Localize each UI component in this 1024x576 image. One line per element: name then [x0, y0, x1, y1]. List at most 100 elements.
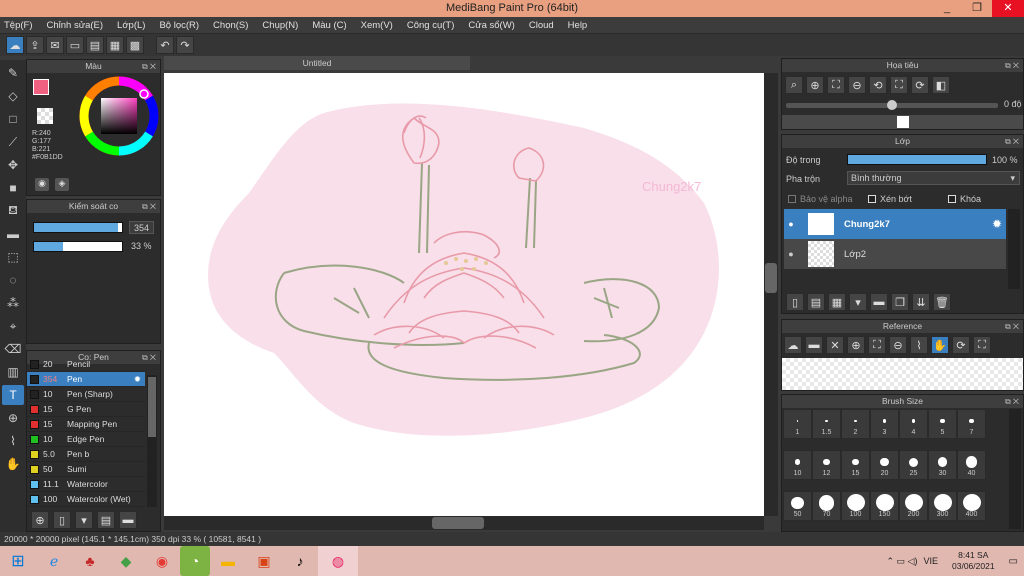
brush-list-item[interactable]: 10 Pen (Sharp)	[27, 387, 145, 402]
brush-list-scrollbar[interactable]	[147, 375, 157, 507]
tray-icons[interactable]: ⌃ ▭ ◁)	[887, 556, 918, 567]
brush-size-cell[interactable]: 70	[812, 491, 841, 521]
cloud-icon[interactable]: ☁	[6, 36, 24, 54]
brush-size-value[interactable]: 354	[129, 221, 154, 234]
menu-color[interactable]: Màu (C)	[312, 20, 346, 31]
zoom-icon[interactable]: ⌕	[785, 76, 803, 94]
windows-start-icon[interactable]: ⊞	[0, 546, 36, 576]
fill-rect-tool-icon[interactable]: ■	[2, 178, 24, 198]
background-color-swatch[interactable]	[37, 108, 53, 124]
brush-add-icon[interactable]: ⊕	[31, 511, 49, 529]
brush-size-cell[interactable]: 25	[899, 450, 928, 480]
panel-close-icon[interactable]: ⧉ ✕	[142, 60, 156, 73]
brush-list-item[interactable]: 5.0 Pen b	[27, 447, 145, 462]
brush-size-cell[interactable]: 100	[841, 491, 870, 521]
eyedropper-icon[interactable]: ⌇	[910, 336, 928, 354]
folder-icon[interactable]: ▬	[870, 293, 888, 311]
brush-size-scrollbar[interactable]	[1009, 409, 1021, 529]
layer-add-menu-icon[interactable]: ▾	[849, 293, 867, 311]
redo-icon[interactable]: ↷	[176, 36, 194, 54]
comment-icon[interactable]: ✉	[46, 36, 64, 54]
drawing-canvas[interactable]: Chung2k7	[164, 73, 764, 516]
brush-list-item[interactable]: 50 Sumi	[27, 462, 145, 477]
brush-size-cell[interactable]: 200	[899, 491, 928, 521]
zoom-in-icon[interactable]: ⊕	[847, 336, 865, 354]
new-layer-icon[interactable]: ▯	[786, 293, 804, 311]
brush-size-cell[interactable]: 50	[783, 491, 812, 521]
brush-list-item[interactable]: 15 Mapping Pen	[27, 417, 145, 432]
hand-icon[interactable]: ✋	[931, 336, 949, 354]
brush-size-cell[interactable]: 15	[841, 450, 870, 480]
bluestacks-icon[interactable]: ◆	[108, 546, 144, 576]
brush-size-cell[interactable]: 10	[783, 450, 812, 480]
eyedropper-icon[interactable]: ⌇	[2, 431, 24, 451]
chrome-icon[interactable]: ◉	[144, 546, 180, 576]
reference-preview[interactable]	[782, 358, 1023, 390]
rotate-icon[interactable]: ⟳	[952, 336, 970, 354]
brush-size-cell[interactable]: 2	[841, 409, 870, 439]
coccoc-icon[interactable]: ◔	[180, 546, 210, 576]
magic-wand-icon[interactable]: ⁂	[2, 293, 24, 313]
visibility-icon[interactable]: ●	[784, 249, 798, 259]
panel-close-icon[interactable]: ⧉ ✕	[1005, 59, 1019, 72]
language-indicator[interactable]: VIE	[923, 556, 938, 566]
brush-size-cell[interactable]: 20	[870, 450, 899, 480]
panel-close-icon[interactable]: ⧉ ✕	[142, 200, 156, 213]
cards-game-icon[interactable]: ♣	[72, 546, 108, 576]
reset-icon[interactable]: ⛶	[890, 76, 908, 94]
navigator-preview[interactable]	[782, 115, 1023, 129]
line-tool-icon[interactable]: ⟋	[2, 132, 24, 152]
reset-icon[interactable]: ⛶	[973, 336, 991, 354]
palette-icon[interactable]: ◉	[35, 178, 49, 191]
brush-folder-icon[interactable]: ▬	[119, 511, 137, 529]
brush-size-cell[interactable]: 30	[928, 450, 957, 480]
tiktok-icon[interactable]: ♪	[282, 546, 318, 576]
menu-filter[interactable]: Bộ lọc(R)	[159, 20, 199, 31]
delete-layer-icon[interactable]: 🗑	[933, 293, 951, 311]
brush-list-item[interactable]: 15 G Pen	[27, 402, 145, 417]
divide-tool-icon[interactable]: ▥	[2, 362, 24, 382]
menu-file[interactable]: Tệp(F)	[4, 20, 33, 31]
document-tab[interactable]: Untitled	[164, 56, 470, 70]
text-tool-icon[interactable]: T	[2, 385, 24, 405]
color-history-icon[interactable]: ◈	[55, 178, 69, 191]
flip-icon[interactable]: ◧	[932, 76, 950, 94]
menu-edit[interactable]: Chỉnh sửa(E)	[47, 20, 104, 31]
move-tool-icon[interactable]: ✥	[2, 155, 24, 175]
brush-list-item[interactable]: 354 Pen ✹	[27, 372, 145, 387]
brush-settings-icon[interactable]: ▤	[97, 511, 115, 529]
brush-import-icon[interactable]: ▾	[75, 511, 93, 529]
new-halftone-layer-icon[interactable]: ▤	[807, 293, 825, 311]
notification-icon[interactable]: ▭	[1009, 556, 1018, 567]
grid-icon[interactable]: ▩	[126, 36, 144, 54]
brush-size-cell[interactable]: 40	[957, 450, 986, 480]
medibang-taskbar-icon[interactable]: ◍	[318, 546, 358, 576]
brush-size-cell[interactable]: 150	[870, 491, 899, 521]
duplicate-layer-icon[interactable]: ❐	[891, 293, 909, 311]
select-eraser-icon[interactable]: ⌫	[2, 339, 24, 359]
brush-list-item[interactable]: 11.1 Watercolor	[27, 477, 145, 492]
color-wheel[interactable]	[79, 76, 159, 156]
brush-new-icon[interactable]: ▯	[53, 511, 71, 529]
operation-tool-icon[interactable]: ⊕	[2, 408, 24, 428]
rotate-left-icon[interactable]: ⟲	[869, 76, 887, 94]
protect-alpha-checkbox[interactable]	[788, 195, 796, 203]
menu-snap[interactable]: Chụp(N)	[262, 20, 298, 31]
vertical-scrollbar[interactable]	[764, 73, 778, 516]
brush-size-cell[interactable]: 1	[783, 409, 812, 439]
zoom-out-icon[interactable]: ⊖	[848, 76, 866, 94]
menu-help[interactable]: Help	[568, 20, 588, 31]
layer-scrollbar[interactable]	[1008, 209, 1020, 289]
bucket-tool-icon[interactable]: ⛾	[2, 201, 24, 221]
brush-size-cell[interactable]: 4	[899, 409, 928, 439]
shape-tool-icon[interactable]: □	[2, 109, 24, 129]
brush-list-item[interactable]: 10 Edge Pen	[27, 432, 145, 447]
merge-layer-icon[interactable]: ⇊	[912, 293, 930, 311]
page-icon[interactable]: ▤	[86, 36, 104, 54]
layer-opacity-slider[interactable]	[847, 154, 987, 165]
menu-select[interactable]: Chọn(S)	[213, 20, 248, 31]
brush-settings-gear-icon[interactable]: ✹	[134, 374, 141, 385]
lock-checkbox[interactable]	[948, 195, 956, 203]
rotation-slider[interactable]	[786, 100, 998, 110]
hand-tool-icon[interactable]: ✋	[2, 454, 24, 474]
